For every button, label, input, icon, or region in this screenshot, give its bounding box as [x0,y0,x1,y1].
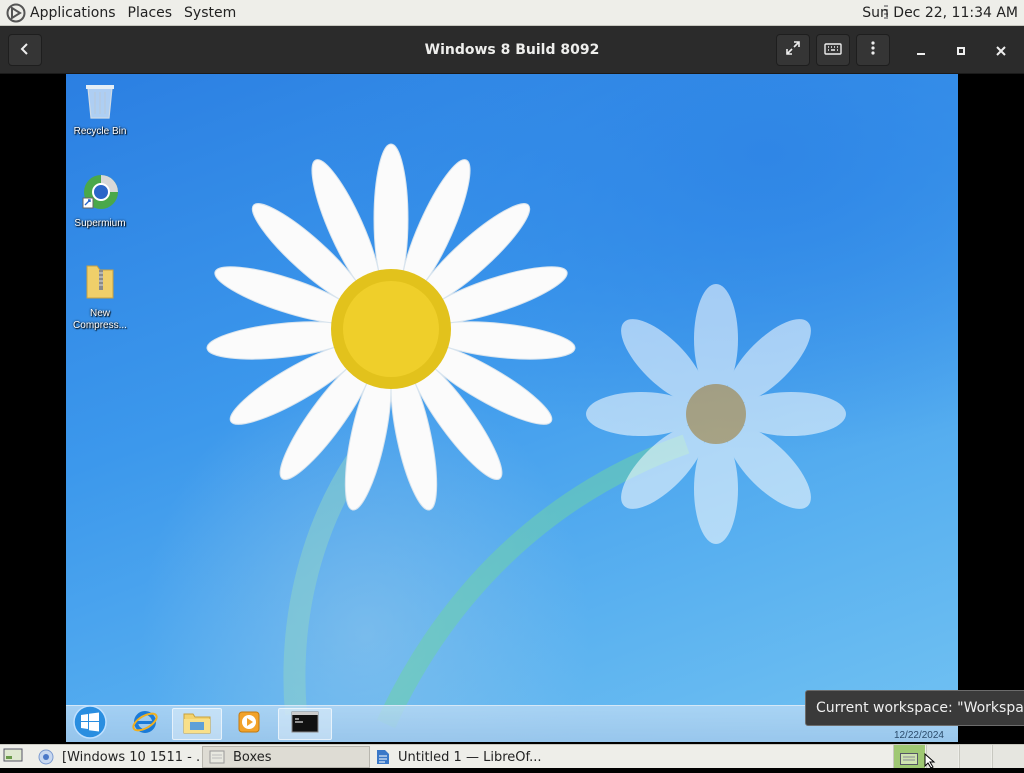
task-label: Boxes [233,749,272,765]
file-explorer-button[interactable] [172,708,222,740]
desktop-icon-supermium[interactable]: Supermium [66,172,138,230]
recycle-bin-icon [83,85,117,124]
bottom-panel: [Windows 10 1511 - ... Boxes Untitled 1 … [0,744,1024,769]
zip-folder-icon [83,265,117,306]
minimize-icon [916,41,926,60]
close-button[interactable] [986,34,1016,66]
desktop-icon-label: Supermium [74,218,126,229]
boxes-icon [209,749,225,765]
kebab-menu-icon [870,40,876,60]
vm-display[interactable]: Recycle Bin Supermium New Compress... 12… [66,74,958,742]
menu-button[interactable] [856,34,890,66]
supermium-browser-icon [80,175,120,216]
media-player-button[interactable] [224,708,274,740]
desktop-icon-label: New [89,308,110,319]
workspace-4[interactable] [992,745,1024,768]
internet-explorer-button[interactable] [120,708,170,740]
start-button[interactable] [66,705,114,742]
fullscreen-button[interactable] [776,34,810,66]
mouse-cursor-icon [924,752,936,773]
command-prompt-button[interactable] [278,708,332,740]
browser-icon [38,749,54,765]
window-thumbnail-icon [900,750,925,769]
maximize-button[interactable] [946,34,976,66]
places-menu[interactable]: Places [128,5,173,21]
windows-logo-icon [68,705,112,742]
windows-clock-date[interactable]: 12/22/2024 [894,730,944,741]
mate-logo-icon[interactable] [6,3,26,23]
desktop-icon-new-compressed[interactable]: New Compress... [66,260,138,332]
clock[interactable]: Sun Dec 22, 11:34 AM [862,0,1018,26]
system-menu[interactable]: System [184,5,236,21]
applications-menu[interactable]: Applications [30,5,116,21]
command-prompt-icon [291,711,319,737]
keyboard-icon [824,41,842,60]
writer-document-icon [376,749,390,765]
top-panel: Applications Places System Sun Dec 22, 1… [0,0,1024,26]
workspace-1[interactable] [893,745,925,768]
close-icon [996,41,1006,60]
maximize-icon [956,41,966,60]
boxes-headerbar: Windows 8 Build 8092 [0,26,1024,74]
media-player-icon [236,709,262,739]
task-libreoffice-writer[interactable]: Untitled 1 — LibreOf... [372,746,548,768]
file-explorer-icon [182,709,212,739]
fullscreen-icon [785,40,801,60]
task-label: [Windows 10 1511 - ... [62,749,200,765]
minimize-button[interactable] [906,34,936,66]
daisy-wallpaper [206,143,846,729]
show-desktop-button[interactable] [0,746,26,768]
task-windows-10-1511[interactable]: [Windows 10 1511 - ... [32,746,200,768]
workspace-tooltip: Current workspace: "Workspace 1" [805,690,1024,726]
desktop-icon-label: Compress... [73,320,127,331]
task-boxes[interactable]: Boxes [202,746,370,768]
desktop-icon-label: Recycle Bin [73,126,127,137]
keyboard-button[interactable] [816,34,850,66]
workspace-3[interactable] [959,745,991,768]
show-desktop-icon [3,747,23,767]
desktop-icon-recycle-bin[interactable]: Recycle Bin [66,80,138,138]
task-label: Untitled 1 — LibreOf... [398,749,542,765]
internet-explorer-icon [131,708,159,740]
